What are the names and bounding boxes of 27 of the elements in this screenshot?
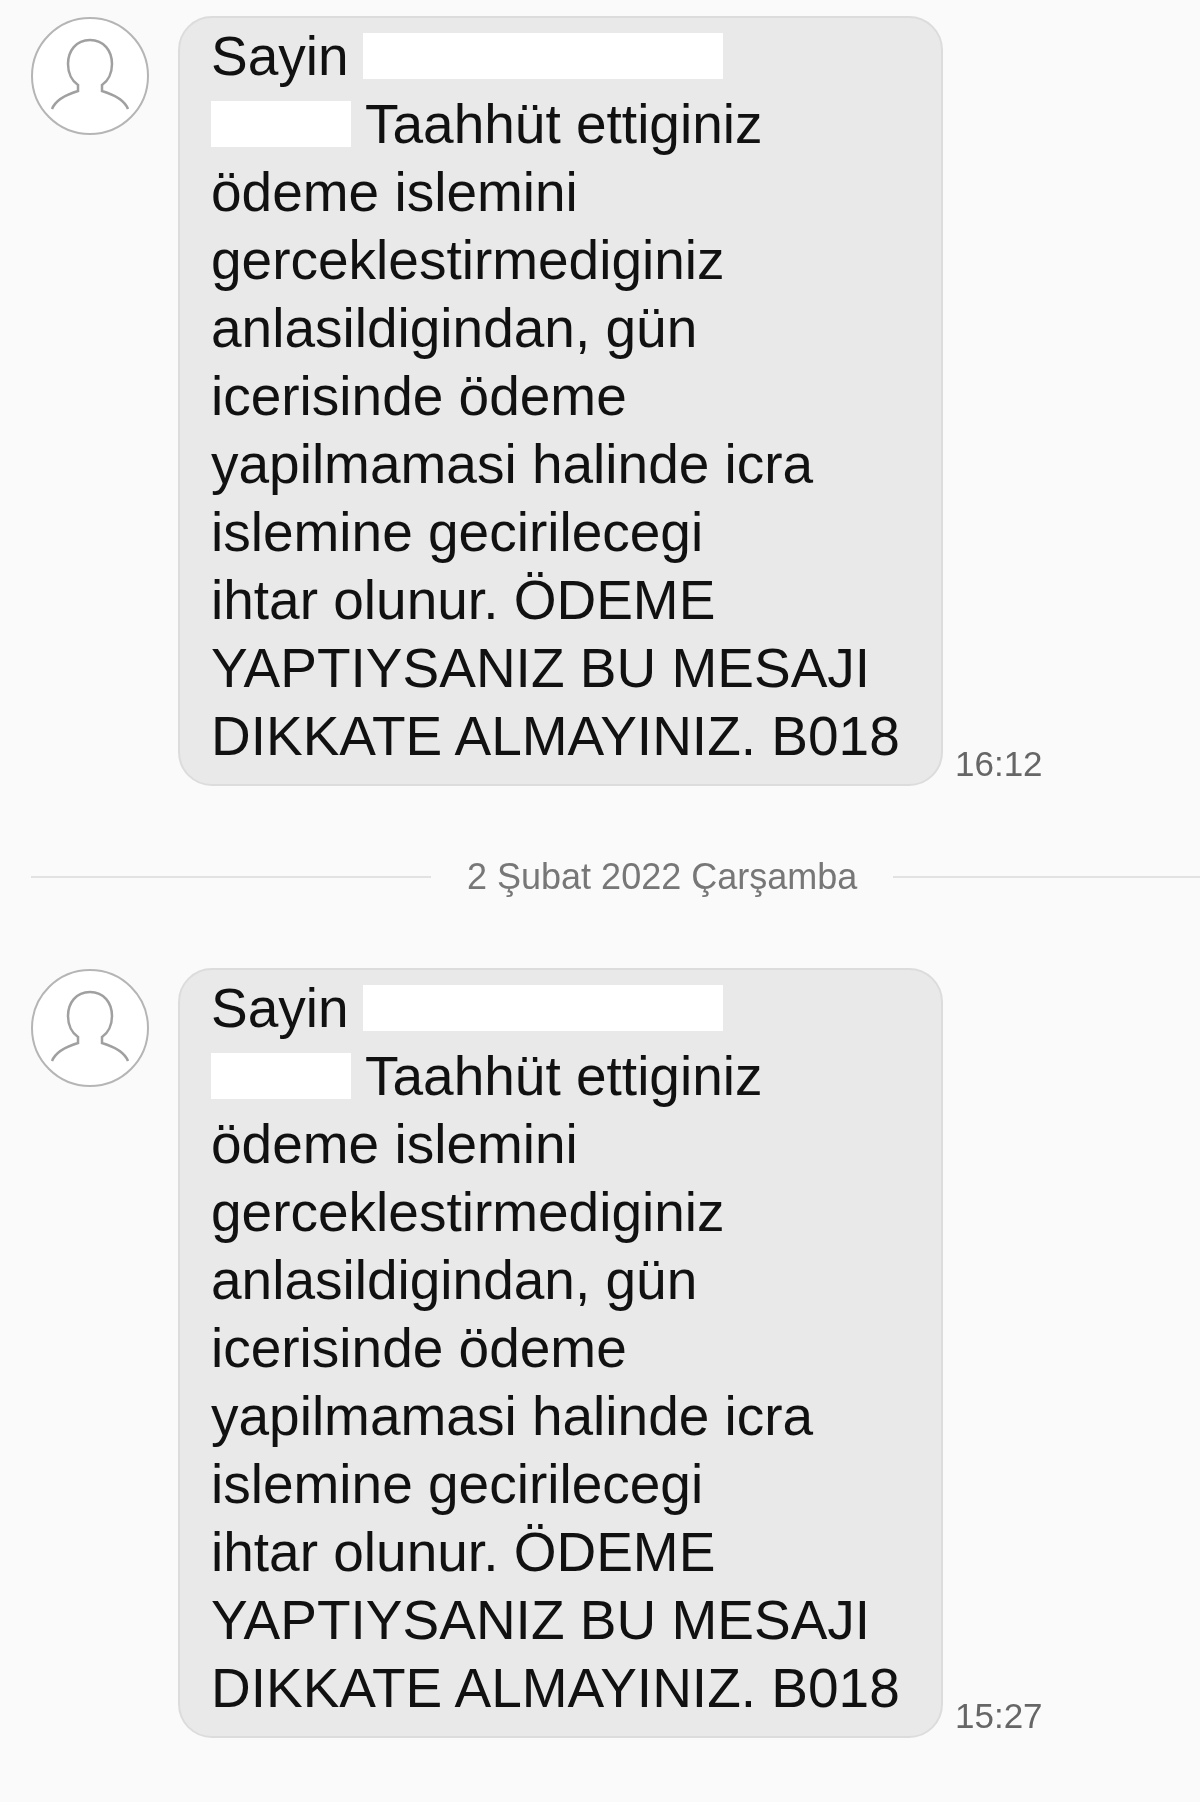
message-text: gerceklestirmediginiz (211, 228, 725, 293)
message-text: icerisinde ödeme (211, 364, 627, 429)
message-text: Sayin (211, 24, 349, 89)
message-text: DIKKATE ALMAYINIZ. B018 (211, 704, 900, 769)
message-text: ihtar olunur. ÖDEME (211, 1520, 716, 1585)
message-text: Sayin (211, 976, 349, 1041)
message-text: YAPTIYSANIZ BU MESAJI (211, 1588, 871, 1653)
message-time: 16:12 (955, 744, 1043, 784)
message-text: islemine gecirilecegi (211, 1452, 704, 1517)
message-text: yapilmamasi halinde icra (211, 1384, 814, 1449)
message-text: Taahhüt ettiginiz (365, 1044, 763, 1109)
avatar-icon (30, 968, 150, 1088)
message-text: yapilmamasi halinde icra (211, 432, 814, 497)
date-separator: 2 Şubat 2022 Çarşamba (467, 856, 858, 898)
message-text: YAPTIYSANIZ BU MESAJI (211, 636, 871, 701)
message-text: ödeme islemini (211, 1112, 578, 1177)
message-text: anlasildigindan, gün (211, 296, 698, 361)
message-text: ihtar olunur. ÖDEME (211, 568, 716, 633)
message-text: icerisinde ödeme (211, 1316, 627, 1381)
message-time: 15:27 (955, 1696, 1043, 1736)
message-text: ödeme islemini (211, 160, 578, 225)
message-text: Taahhüt ettiginiz (365, 92, 763, 157)
message-text: islemine gecirilecegi (211, 500, 704, 565)
message-text: anlasildigindan, gün (211, 1248, 698, 1313)
avatar-icon (30, 16, 150, 136)
message-text: gerceklestirmediginiz (211, 1180, 725, 1245)
message-text: DIKKATE ALMAYINIZ. B018 (211, 1656, 900, 1721)
